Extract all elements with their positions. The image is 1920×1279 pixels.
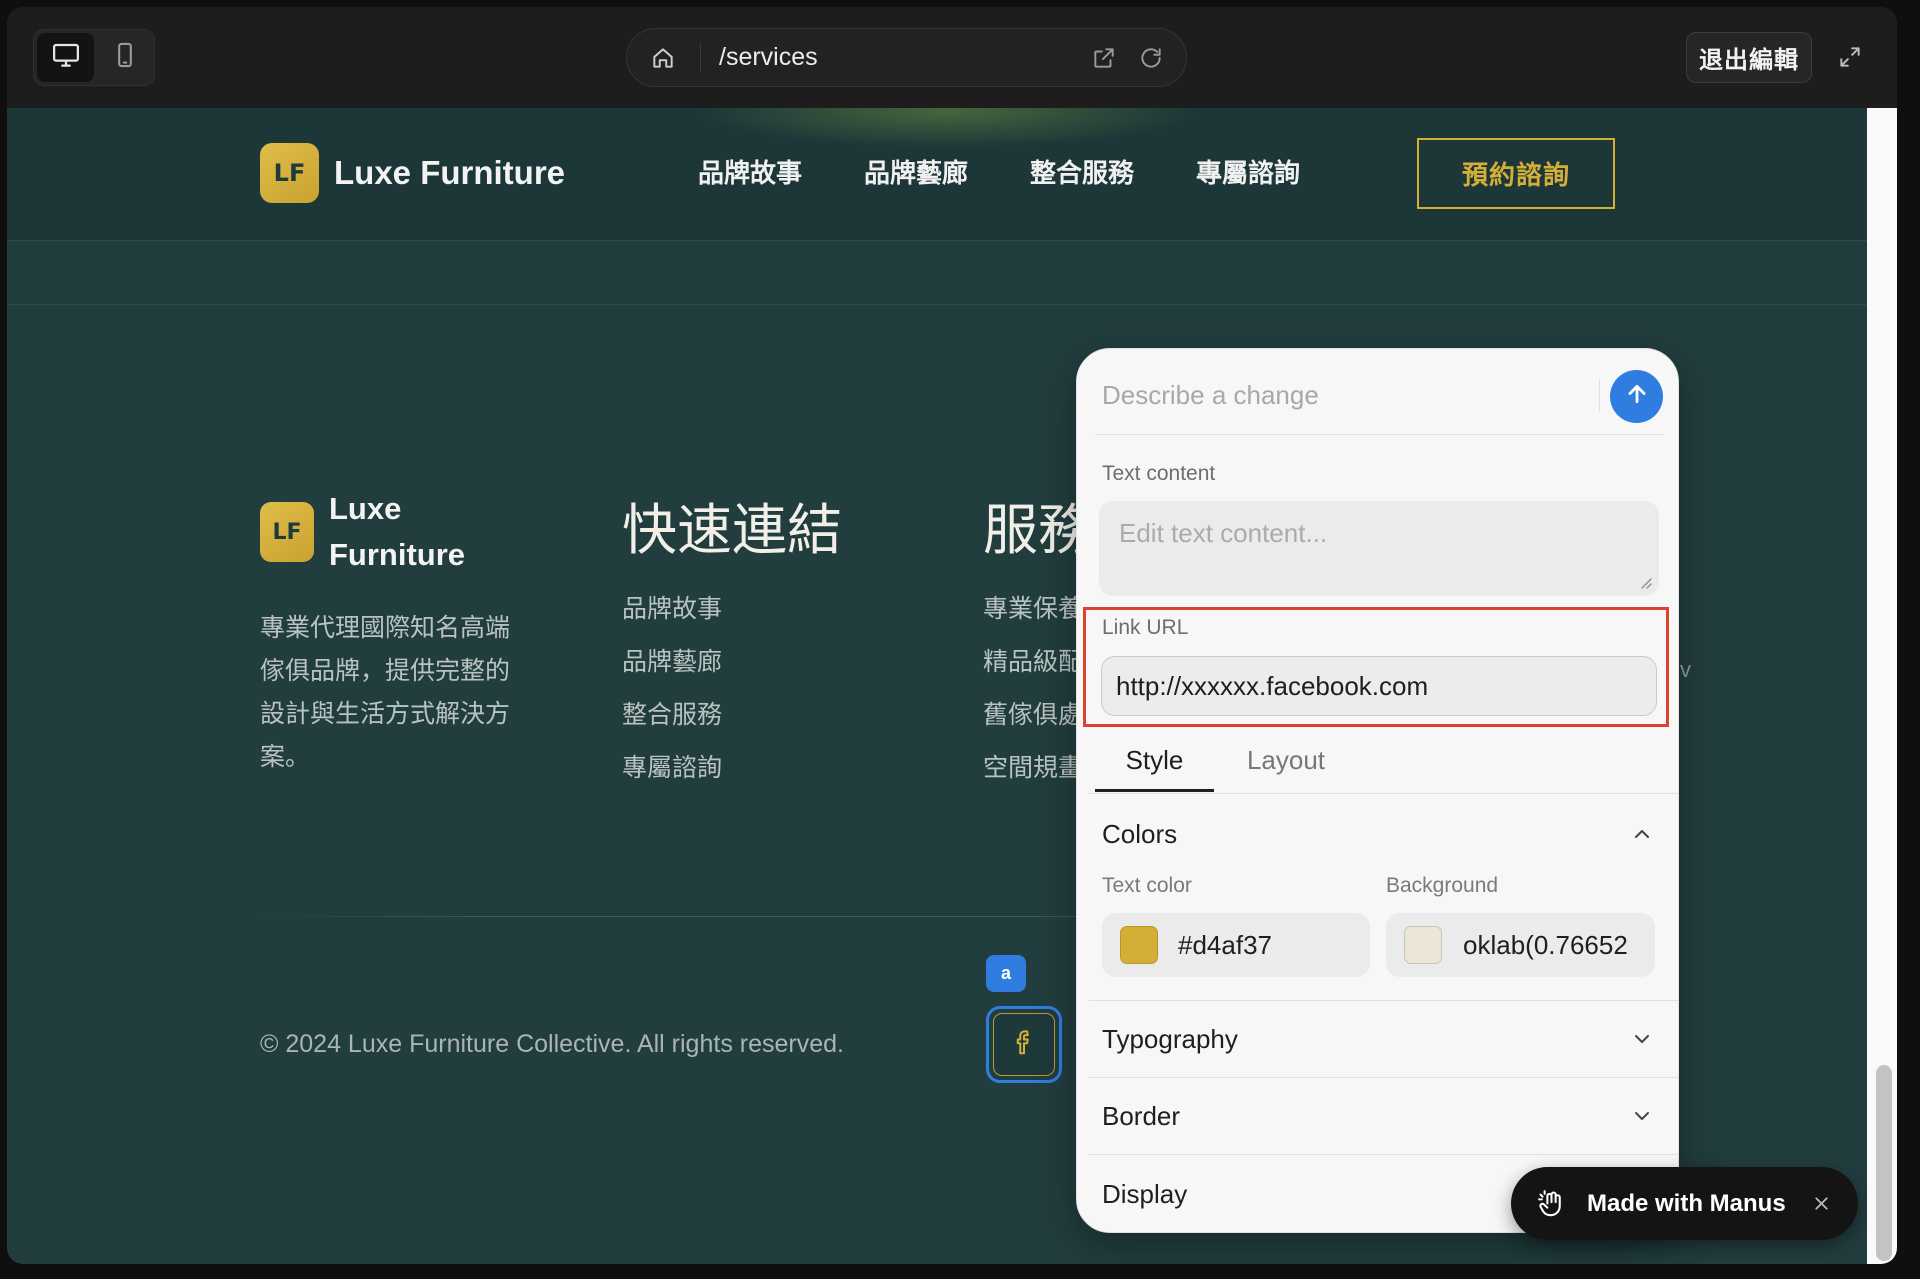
- services-list: 專業保養 精品級配 舊傢俱處 空間規畫: [983, 583, 1083, 795]
- footer-link[interactable]: 專屬諮詢: [622, 742, 722, 795]
- background-color-field[interactable]: oklab(0.76652: [1386, 913, 1655, 977]
- text-content-label: Text content: [1102, 462, 1216, 485]
- url-divider: [700, 44, 701, 72]
- footer-link[interactable]: 品牌故事: [622, 583, 722, 636]
- description-line: 案。: [260, 743, 311, 771]
- page-preview: LF Luxe Furniture 品牌故事 品牌藝廊 整合服務 專屬諮詢 預約…: [7, 108, 1867, 1264]
- scrollbar-thumb[interactable]: [1876, 1065, 1892, 1261]
- chevron-down-icon: [1630, 1104, 1654, 1128]
- background-color-swatch[interactable]: [1404, 926, 1442, 964]
- section-divider: [1089, 1077, 1678, 1078]
- chevron-down-icon: [1630, 1027, 1654, 1051]
- made-with-manus-badge[interactable]: Made with Manus: [1511, 1167, 1858, 1240]
- page-scrollbar: [1867, 108, 1897, 1264]
- background-color-value[interactable]: oklab(0.76652: [1463, 913, 1643, 977]
- text-color-label: Text color: [1102, 874, 1192, 897]
- tab-style[interactable]: Style: [1095, 735, 1214, 792]
- description-line: 專業代理國際知名高端: [260, 614, 511, 642]
- site-header: LF Luxe Furniture 品牌故事 品牌藝廊 整合服務 專屬諮詢 預約…: [7, 108, 1867, 241]
- description-line: 傢俱品牌，提供完整的: [260, 657, 511, 685]
- colors-section-title: Colors: [1102, 819, 1178, 849]
- prompt-divider: [1599, 379, 1600, 412]
- arrow-up-icon: [1624, 381, 1650, 412]
- header-glow: [697, 108, 1197, 148]
- footer-brand-line-2: Furniture: [329, 537, 466, 572]
- nav-item-brand-story[interactable]: 品牌故事: [698, 156, 802, 190]
- background-label: Background: [1386, 874, 1499, 897]
- typography-section-title: Typography: [1102, 1024, 1238, 1054]
- copyright-text: © 2024 Luxe Furniture Collective. All ri…: [260, 1030, 844, 1058]
- external-link-icon[interactable]: [1091, 45, 1117, 71]
- display-section-title: Display: [1102, 1179, 1188, 1209]
- exit-edit-button[interactable]: 退出編輯: [1686, 32, 1812, 83]
- close-icon[interactable]: [1811, 1193, 1832, 1214]
- panel-divider: [1095, 434, 1663, 435]
- facebook-link-button[interactable]: [993, 1013, 1055, 1076]
- footer-description: 專業代理國際知名高端 傢俱品牌，提供完整的 設計與生活方式解決方 案。: [260, 607, 510, 779]
- refresh-icon[interactable]: [1138, 45, 1164, 71]
- describe-change-input[interactable]: [1102, 375, 1582, 415]
- section-divider: [1089, 1000, 1678, 1001]
- manus-badge-label[interactable]: Made with Manus: [1587, 1167, 1786, 1240]
- footer-link[interactable]: 舊傢俱處: [983, 689, 1083, 742]
- typography-section-header[interactable]: Typography: [1077, 1009, 1678, 1069]
- send-button[interactable]: [1610, 370, 1663, 423]
- link-url-field[interactable]: [1101, 656, 1657, 716]
- manus-hand-icon: [1535, 1187, 1568, 1220]
- header-band: [7, 241, 1867, 305]
- nav-item-services[interactable]: 整合服務: [1030, 156, 1134, 190]
- facebook-icon: [1009, 1027, 1039, 1062]
- book-consultation-button[interactable]: 預約諮詢: [1417, 138, 1615, 209]
- tab-layout[interactable]: Layout: [1223, 735, 1349, 792]
- element-editor-panel: Text content Link URL Style Layout Color…: [1076, 348, 1679, 1233]
- footer-brand-line-1: Luxe: [329, 491, 402, 526]
- border-section-header[interactable]: Border: [1077, 1086, 1678, 1146]
- mobile-view-button[interactable]: [96, 33, 153, 82]
- desktop-icon: [51, 40, 81, 75]
- resize-handle-icon[interactable]: [1637, 574, 1653, 590]
- quick-links-heading: 快速連結: [622, 498, 843, 562]
- selection-label-badge: a: [986, 955, 1026, 992]
- text-color-field[interactable]: #d4af37: [1102, 913, 1370, 977]
- device-toggle: [33, 29, 155, 86]
- text-content-field[interactable]: [1099, 501, 1659, 596]
- chevron-up-icon: [1630, 822, 1654, 846]
- footer-link[interactable]: 整合服務: [622, 689, 722, 742]
- border-section-title: Border: [1102, 1101, 1181, 1131]
- nav-item-brand-gallery[interactable]: 品牌藝廊: [864, 156, 968, 190]
- editor-toolbar: /services 退出編輯: [7, 7, 1897, 108]
- home-icon[interactable]: [650, 45, 676, 71]
- footer-link[interactable]: 精品級配: [983, 636, 1083, 689]
- brand-name[interactable]: Luxe Furniture: [334, 151, 565, 195]
- description-line: 設計與生活方式解決方: [260, 700, 511, 728]
- quick-links-list: 品牌故事 品牌藝廊 整合服務 專屬諮詢: [622, 583, 722, 795]
- url-path[interactable]: /services: [719, 29, 818, 86]
- brand-logo-mark[interactable]: LF: [260, 143, 319, 203]
- colors-section-header[interactable]: Colors: [1077, 804, 1678, 864]
- url-bar[interactable]: /services: [626, 28, 1187, 87]
- footer-link[interactable]: 品牌藝廊: [622, 636, 722, 689]
- footer-divider: [260, 916, 1076, 917]
- clipped-text-fragment: v: [1680, 657, 1691, 682]
- desktop-view-button[interactable]: [37, 33, 94, 82]
- tabs-divider: [1089, 793, 1678, 794]
- text-color-value[interactable]: #d4af37: [1178, 913, 1272, 977]
- selected-facebook-link[interactable]: [986, 1006, 1062, 1083]
- mobile-icon: [111, 41, 139, 74]
- footer-logo-mark[interactable]: LF: [260, 502, 314, 562]
- footer-link[interactable]: 空間規畫: [983, 742, 1083, 795]
- text-color-swatch[interactable]: [1120, 926, 1158, 964]
- nav-item-consultation[interactable]: 專屬諮詢: [1196, 156, 1300, 190]
- section-divider: [1089, 1154, 1678, 1155]
- link-url-label: Link URL: [1102, 616, 1189, 639]
- expand-icon[interactable]: [1836, 43, 1864, 71]
- footer-link[interactable]: 專業保養: [983, 583, 1083, 636]
